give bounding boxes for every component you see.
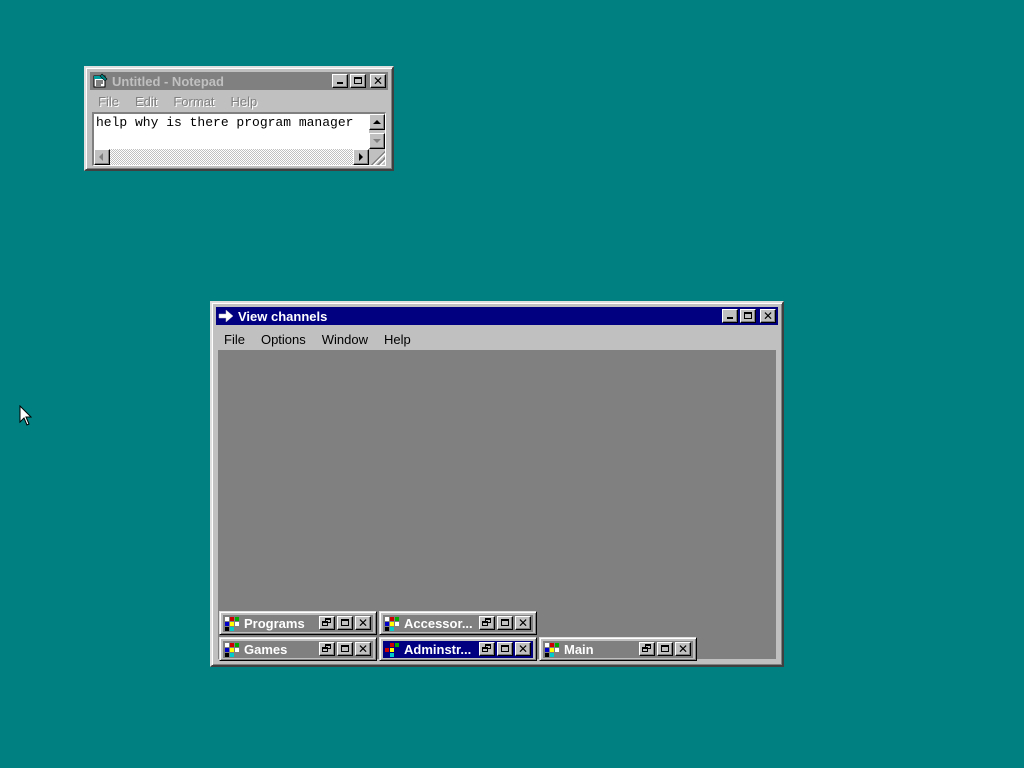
program-group-icon [225,616,241,631]
arrow-icon [218,309,234,323]
maximize-button[interactable] [497,642,513,656]
restore-button[interactable] [479,642,495,656]
maximize-icon [661,645,669,652]
menu-options[interactable]: Options [253,332,314,347]
program-group-icon [225,642,241,657]
notepad-menubar: File Edit Format Help [90,92,388,110]
menu-edit[interactable]: Edit [127,94,165,109]
program-group-icon [385,616,401,631]
maximize-button[interactable] [497,616,513,630]
maximize-button[interactable] [740,309,756,323]
close-button[interactable]: ✕ [515,642,531,656]
menu-file[interactable]: File [90,94,127,109]
group-administrative[interactable]: Adminstr... ✕ [379,637,537,661]
notepad-icon [93,73,108,88]
notepad-content[interactable]: help why is there program manager [96,115,353,130]
maximize-icon [501,645,509,652]
scroll-down-button[interactable] [369,133,385,149]
group-label: Accessor... [404,616,473,631]
notepad-window[interactable]: Untitled - Notepad ✕ File Edit Format He… [84,66,394,171]
close-button[interactable]: ✕ [370,74,386,88]
minimize-button[interactable] [332,74,348,88]
group-label: Games [244,642,288,657]
menu-window[interactable]: Window [314,332,376,347]
program-group-icon [385,642,401,657]
maximize-icon [354,77,362,84]
group-programs[interactable]: Programs ✕ [219,611,377,635]
maximize-icon [341,645,349,652]
menu-help[interactable]: Help [376,332,419,347]
close-button[interactable]: ✕ [355,616,371,630]
close-button[interactable]: ✕ [515,616,531,630]
maximize-button[interactable] [337,616,353,630]
scroll-right-button[interactable] [353,149,369,165]
group-label: Adminstr... [404,642,472,657]
view-channels-menubar: File Options Window Help [216,329,778,349]
close-icon: ✕ [357,616,369,630]
close-icon: ✕ [372,74,384,88]
maximize-button[interactable] [337,642,353,656]
size-grip[interactable] [369,149,385,165]
group-label: Main [564,642,594,657]
horizontal-scrollbar[interactable] [94,149,369,165]
maximize-icon [341,619,349,626]
arrow-left-icon [99,153,103,161]
group-main[interactable]: Main ✕ [539,637,697,661]
arrow-right-icon [359,153,363,161]
program-group-icon [545,642,561,657]
notepad-title: Untitled - Notepad [112,73,224,89]
vertical-scrollbar[interactable] [369,114,385,149]
menu-help[interactable]: Help [223,94,266,109]
scroll-left-button[interactable] [94,149,110,165]
maximize-button[interactable] [657,642,673,656]
minimize-icon [337,82,343,84]
view-channels-titlebar[interactable]: View channels ✕ [216,307,778,325]
maximize-icon [744,312,752,319]
mouse-cursor-icon [19,405,33,426]
menu-file[interactable]: File [216,332,253,347]
close-button[interactable]: ✕ [675,642,691,656]
arrow-up-icon [373,120,381,124]
group-label: Programs [244,616,305,631]
restore-button[interactable] [639,642,655,656]
view-channels-window[interactable]: View channels ✕ File Options Window Help… [210,301,784,667]
scroll-up-button[interactable] [369,114,385,130]
close-icon: ✕ [517,642,529,656]
notepad-text-area[interactable]: help why is there program manager [92,112,386,166]
close-icon: ✕ [762,309,774,323]
close-button[interactable]: ✕ [760,309,776,323]
group-games[interactable]: Games ✕ [219,637,377,661]
minimize-icon [727,317,733,319]
close-icon: ✕ [357,642,369,656]
mdi-client-area[interactable]: Programs ✕ Accessor... ✕ Games ✕ Adminst… [218,350,776,661]
close-icon: ✕ [677,642,689,656]
group-accessories[interactable]: Accessor... ✕ [379,611,537,635]
restore-button[interactable] [479,616,495,630]
notepad-titlebar[interactable]: Untitled - Notepad ✕ [90,72,388,90]
minimize-button[interactable] [722,309,738,323]
restore-button[interactable] [319,642,335,656]
close-button[interactable]: ✕ [355,642,371,656]
view-channels-title: View channels [238,308,328,324]
close-icon: ✕ [517,616,529,630]
maximize-button[interactable] [350,74,366,88]
maximize-icon [501,619,509,626]
arrow-down-icon [373,139,381,143]
restore-button[interactable] [319,616,335,630]
menu-format[interactable]: Format [165,94,222,109]
